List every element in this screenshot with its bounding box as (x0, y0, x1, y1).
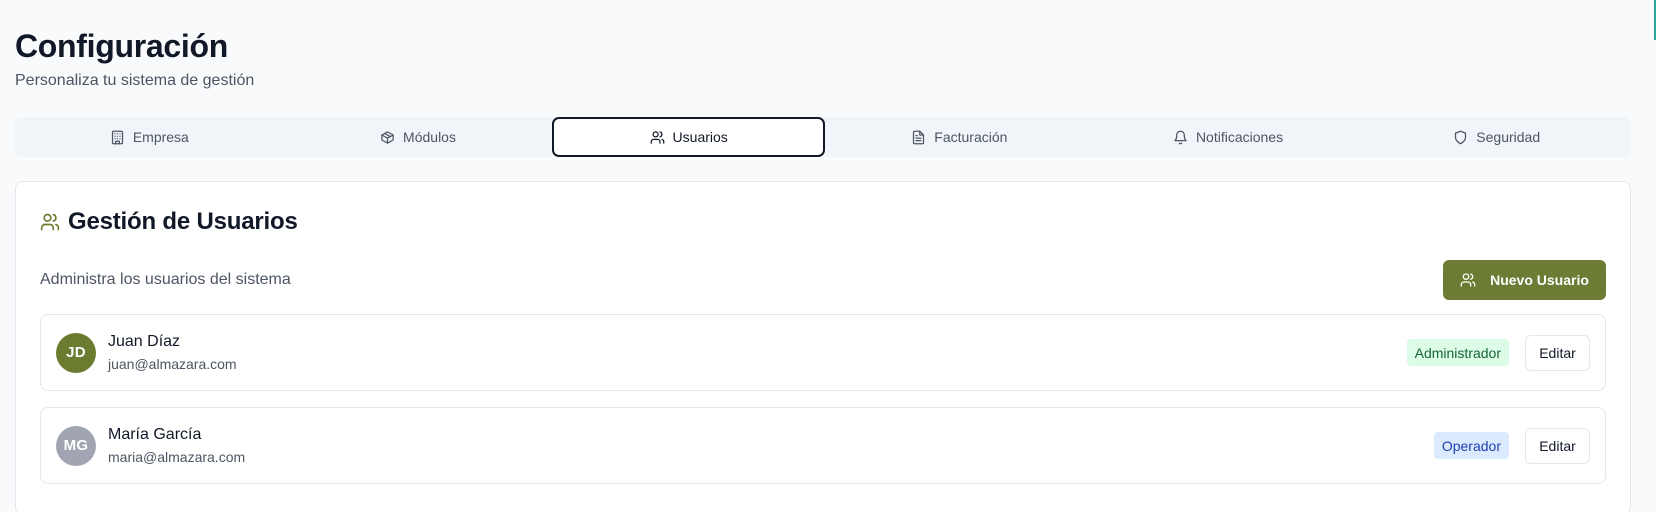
avatar: MG (56, 425, 96, 466)
avatar: JD (56, 332, 96, 373)
user-info: Juan Díaz juan@almazara.com (108, 332, 1407, 373)
user-name: María García (108, 426, 202, 443)
settings-page: Configuración Personaliza tu sistema de … (0, 0, 1656, 512)
page-subtitle: Personaliza tu sistema de gestión (15, 72, 255, 89)
user-info: María García maria@almazara.com (108, 425, 1434, 466)
tab-usuarios[interactable]: Usuarios (552, 117, 826, 157)
tab-label: Empresa (132, 129, 189, 145)
shield-icon (1455, 130, 1467, 144)
user-email: maria@almazara.com (108, 449, 246, 465)
new-user-label: Nuevo Usuario (1490, 272, 1589, 288)
tab-label: Notificaciones (1195, 129, 1284, 145)
edit-user-button[interactable]: Editar (1525, 427, 1590, 464)
role-badge: Operador (1433, 432, 1509, 459)
card-header: Gestión de Usuarios (40, 204, 1606, 240)
users-icon (40, 213, 60, 231)
user-row: MG María García maria@almazara.com Opera… (40, 407, 1606, 484)
user-row: JD Juan Díaz juan@almazara.com Administr… (40, 314, 1606, 391)
tab-modulos[interactable]: Módulos (284, 117, 553, 157)
card-toolbar: Administra los usuarios del sistema Nuev… (40, 260, 1606, 300)
tab-label: Seguridad (1476, 129, 1541, 145)
users-card: Gestión de Usuarios Administra los usuar… (15, 181, 1631, 512)
card-description: Administra los usuarios del sistema (40, 271, 291, 288)
tab-label: Módulos (403, 129, 456, 145)
tab-notificaciones[interactable]: Notificaciones (1094, 117, 1363, 157)
settings-tabs: Empresa Módulos Usuarios Facturación Not… (15, 117, 1631, 157)
users-icon (650, 130, 664, 144)
tab-empresa[interactable]: Empresa (15, 117, 284, 157)
bell-icon (1174, 130, 1187, 144)
role-badge: Administrador (1406, 339, 1509, 366)
tab-facturacion[interactable]: Facturación (825, 117, 1094, 157)
users-icon (1460, 273, 1476, 287)
user-list: JD Juan Díaz juan@almazara.com Administr… (40, 314, 1606, 484)
card-title: Gestión de Usuarios (68, 208, 298, 235)
new-user-button[interactable]: Nuevo Usuario (1443, 260, 1606, 300)
user-email: juan@almazara.com (108, 356, 237, 372)
user-name: Juan Díaz (108, 333, 181, 350)
package-icon (381, 130, 394, 144)
file-text-icon (913, 130, 925, 144)
tab-label: Facturación (934, 129, 1008, 145)
tab-label: Usuarios (672, 129, 728, 145)
page-title: Configuración (15, 28, 228, 64)
tab-seguridad[interactable]: Seguridad (1362, 117, 1631, 157)
edit-user-button[interactable]: Editar (1525, 334, 1590, 371)
building-icon (111, 130, 123, 144)
